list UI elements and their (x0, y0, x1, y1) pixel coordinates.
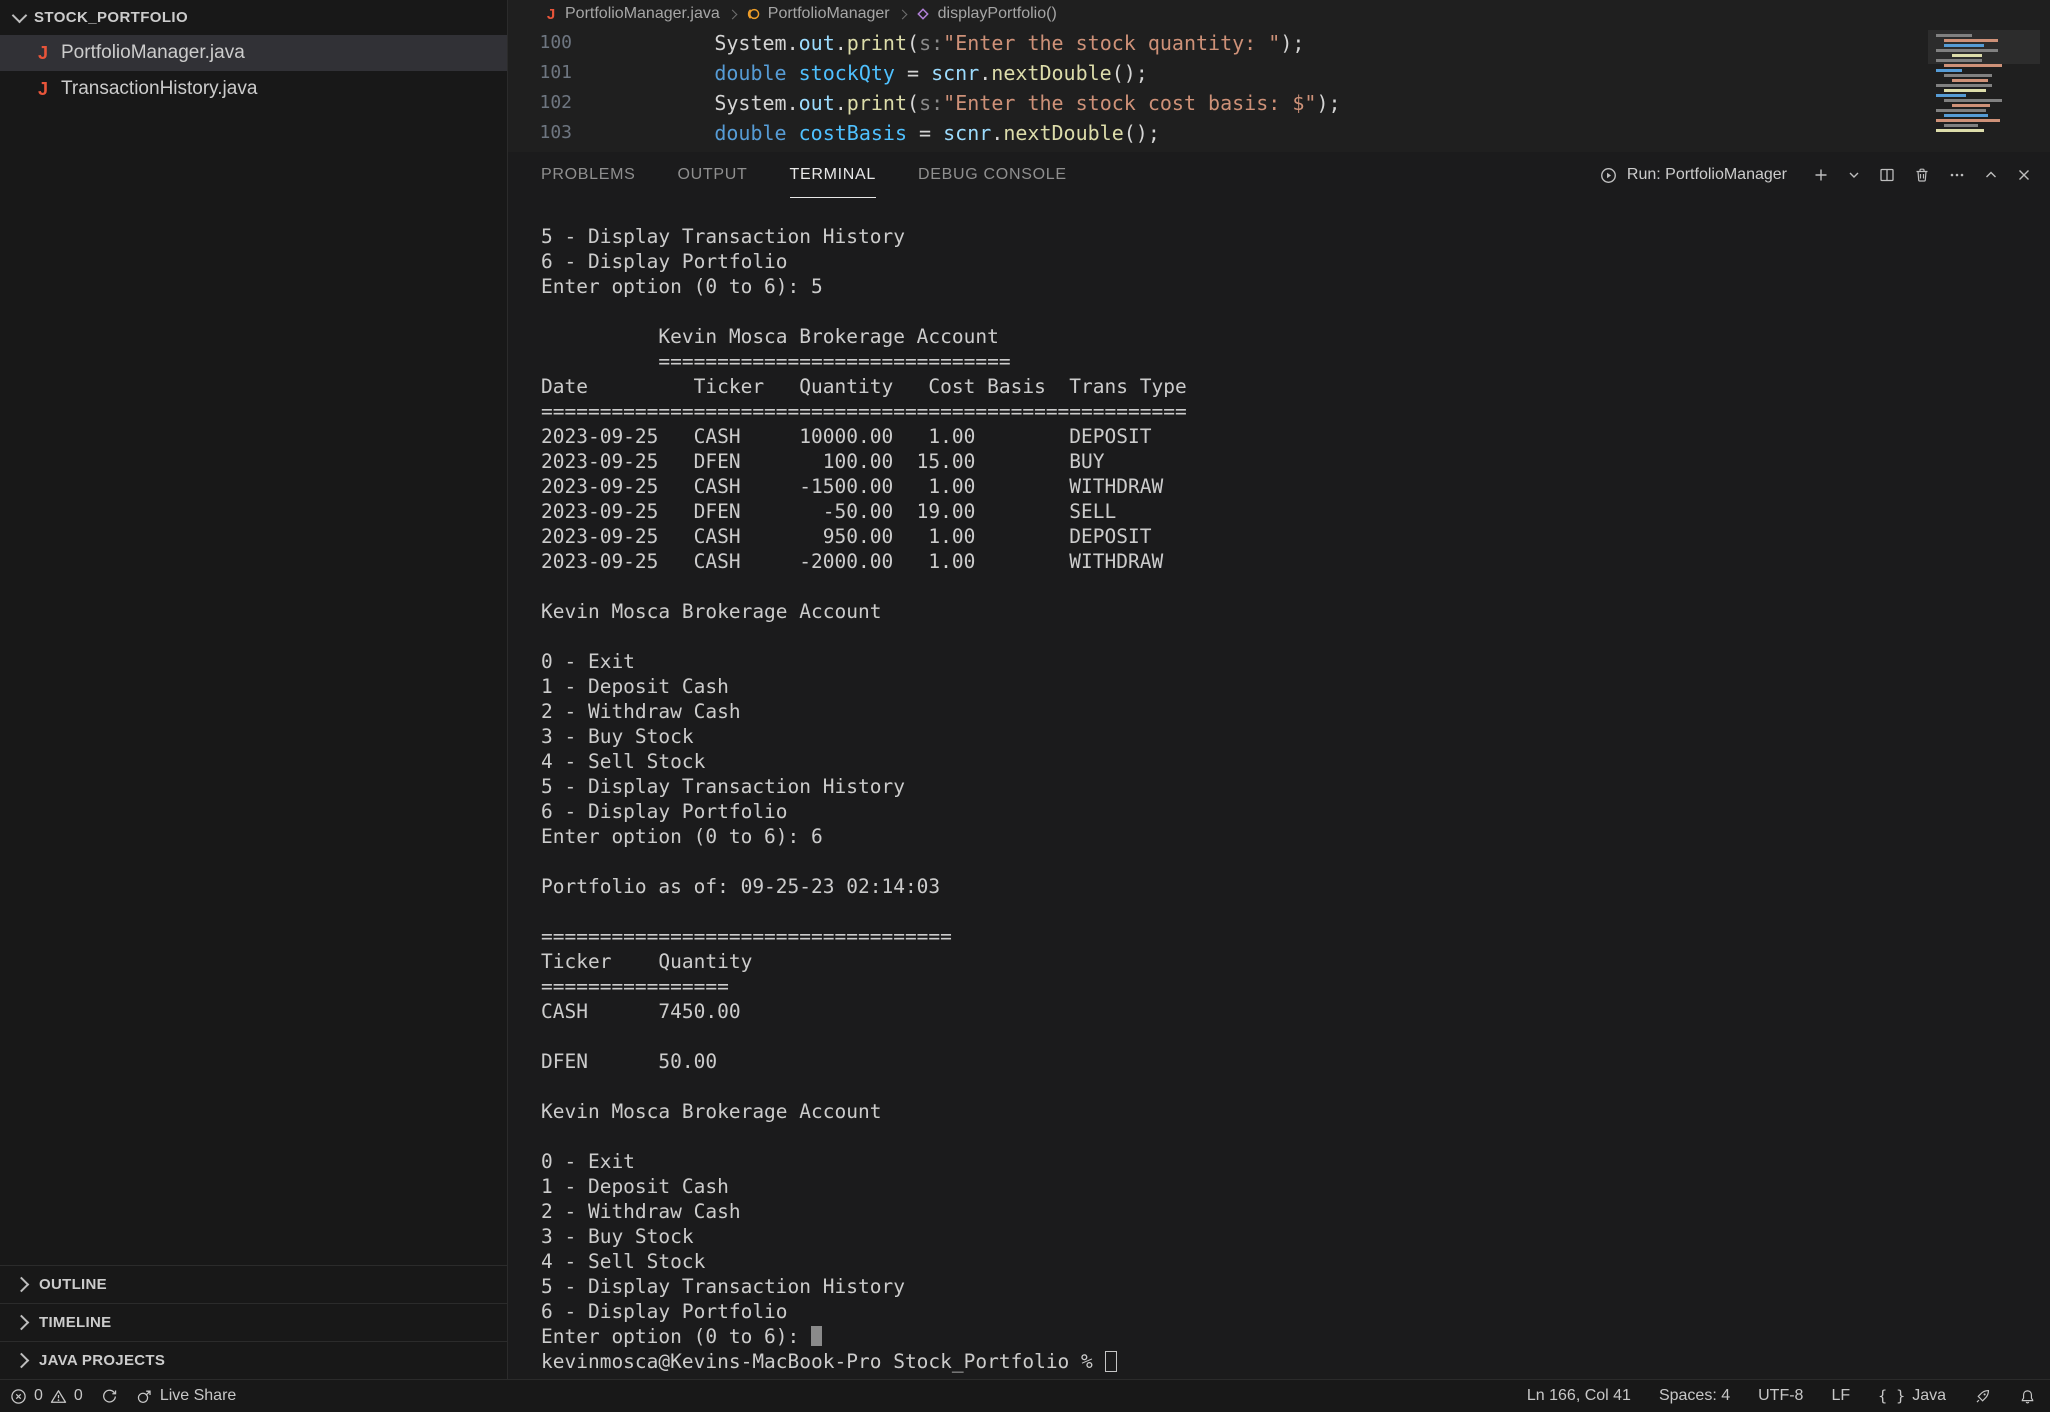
panel-actions: Run: PortfolioManager (1599, 152, 2032, 198)
java-file-icon: J (544, 6, 558, 23)
notifications[interactable] (2019, 1388, 2036, 1405)
terminal-task-selector[interactable]: Run: PortfolioManager (1599, 166, 1787, 185)
file-item-transactionhistory[interactable]: J TransactionHistory.java (0, 71, 507, 107)
chevron-right-icon (14, 1353, 30, 1369)
folder-name: STOCK_PORTFOLIO (34, 9, 188, 26)
section-java-projects[interactable]: JAVA PROJECTS (0, 1341, 507, 1379)
breadcrumb: J PortfolioManager.java PortfolioManager… (508, 0, 2050, 28)
warning-count: 0 (74, 1387, 83, 1405)
code-editor[interactable]: 100 System.out.print(s:"Enter the stock … (508, 28, 2050, 152)
workbench: STOCK_PORTFOLIO J PortfolioManager.java … (0, 0, 2050, 1379)
sidebar-bottom-sections: OUTLINE TIMELINE JAVA PROJECTS (0, 1265, 507, 1379)
section-label: OUTLINE (39, 1276, 107, 1293)
method-icon (915, 6, 931, 22)
sync-icon (101, 1388, 118, 1405)
editor-group: J PortfolioManager.java PortfolioManager… (508, 0, 2050, 1379)
java-server-mode[interactable] (1974, 1388, 1991, 1405)
breadcrumb-class[interactable]: PortfolioManager (768, 5, 890, 23)
breadcrumb-file[interactable]: PortfolioManager.java (565, 5, 720, 23)
chevron-down-icon (12, 8, 28, 24)
split-terminal-icon[interactable] (1878, 166, 1896, 184)
chevron-right-icon (897, 9, 907, 19)
terminal-output[interactable]: 5 - Display Transaction History 6 - Disp… (541, 224, 2050, 1374)
class-icon (745, 6, 761, 22)
explorer-folder-header[interactable]: STOCK_PORTFOLIO (0, 0, 507, 35)
cursor-position[interactable]: Ln 166, Col 41 (1527, 1387, 1631, 1405)
encoding-status[interactable]: UTF-8 (1758, 1387, 1803, 1405)
chevron-right-icon (14, 1315, 30, 1331)
eol-status[interactable]: LF (1831, 1387, 1850, 1405)
braces-icon: { } (1878, 1387, 1905, 1405)
sync-status[interactable] (101, 1388, 118, 1405)
run-task-label: Run: PortfolioManager (1627, 166, 1787, 184)
tab-debug-console[interactable]: DEBUG CONSOLE (918, 152, 1067, 198)
more-actions-ellipsis-icon[interactable] (1948, 166, 1966, 184)
language-status[interactable]: { } Java (1878, 1387, 1946, 1405)
status-right: Ln 166, Col 41 Spaces: 4 UTF-8 LF { } Ja… (1527, 1387, 2036, 1405)
error-count: 0 (34, 1387, 43, 1405)
panel-header: PROBLEMS OUTPUT TERMINAL DEBUG CONSOLE R… (508, 152, 2050, 198)
panel-tabs: PROBLEMS OUTPUT TERMINAL DEBUG CONSOLE (541, 152, 1067, 198)
file-item-portfoliomanager[interactable]: J PortfolioManager.java (0, 35, 507, 71)
bell-icon (2019, 1388, 2036, 1405)
terminal-block-cursor (811, 1326, 822, 1346)
file-list: J PortfolioManager.java J TransactionHis… (0, 35, 507, 107)
section-label: JAVA PROJECTS (39, 1352, 165, 1369)
trash-icon[interactable] (1913, 166, 1931, 184)
section-timeline[interactable]: TIMELINE (0, 1303, 507, 1341)
terminal[interactable]: 5 - Display Transaction History 6 - Disp… (508, 198, 2050, 1379)
language-label: Java (1912, 1387, 1946, 1405)
terminal-hollow-cursor (1105, 1351, 1117, 1372)
code-lines: 100 System.out.print(s:"Enter the stock … (508, 28, 2050, 148)
file-name: TransactionHistory.java (61, 78, 257, 100)
live-share-status[interactable]: Live Share (136, 1387, 237, 1405)
terminal-input-line: Enter option (0 to 6): (541, 1325, 811, 1348)
chevron-up-icon[interactable] (1983, 167, 1999, 183)
chevron-right-icon (727, 9, 737, 19)
close-icon[interactable] (2016, 167, 2032, 183)
tab-terminal[interactable]: TERMINAL (790, 152, 877, 198)
chevron-right-icon (14, 1277, 30, 1293)
minimap[interactable] (1928, 30, 2040, 150)
status-bar: 0 0 Live Share Ln 166, Col 41 Spaces: 4 (0, 1379, 2050, 1412)
breadcrumb-method[interactable]: displayPortfolio() (938, 5, 1057, 23)
terminal-shell-line: kevinmosca@Kevins-MacBook-Pro Stock_Port… (541, 1350, 1105, 1373)
section-outline[interactable]: OUTLINE (0, 1265, 507, 1303)
terminal-lines: 5 - Display Transaction History 6 - Disp… (541, 225, 1187, 1323)
tab-output[interactable]: OUTPUT (678, 152, 748, 198)
explorer-sidebar: STOCK_PORTFOLIO J PortfolioManager.java … (0, 0, 508, 1379)
section-label: TIMELINE (39, 1314, 111, 1331)
bottom-panel: PROBLEMS OUTPUT TERMINAL DEBUG CONSOLE R… (508, 152, 2050, 1379)
problems-status[interactable]: 0 0 (10, 1387, 83, 1405)
chevron-down-icon[interactable] (1847, 168, 1861, 182)
tab-problems[interactable]: PROBLEMS (541, 152, 636, 198)
new-terminal-plus-icon[interactable] (1812, 166, 1830, 184)
play-circle-icon (1599, 166, 1618, 185)
indentation-status[interactable]: Spaces: 4 (1659, 1387, 1730, 1405)
live-share-label: Live Share (160, 1387, 237, 1405)
vscode-window: STOCK_PORTFOLIO J PortfolioManager.java … (0, 0, 2050, 1412)
java-file-icon: J (36, 79, 50, 100)
error-icon (10, 1388, 27, 1405)
warning-icon (50, 1388, 67, 1405)
rocket-icon (1974, 1388, 1991, 1405)
file-name: PortfolioManager.java (61, 42, 245, 64)
live-share-icon (136, 1388, 153, 1405)
status-left: 0 0 Live Share (10, 1387, 236, 1405)
java-file-icon: J (36, 43, 50, 64)
